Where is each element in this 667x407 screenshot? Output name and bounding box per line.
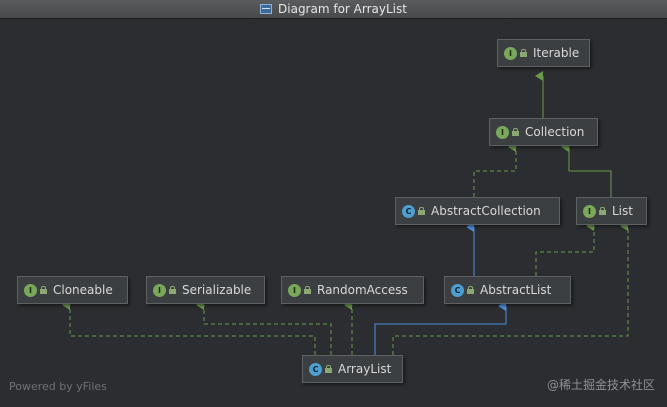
node-label: AbstractCollection (431, 204, 541, 218)
node-label: Collection (525, 125, 585, 139)
class-icon: C (309, 362, 322, 376)
node-label: Cloneable (53, 283, 113, 297)
lock-icon (599, 207, 606, 215)
edge-arraylist-serializable (196, 300, 332, 355)
node-label: Serializable (182, 283, 252, 297)
node-cloneable[interactable]: I Cloneable (17, 276, 128, 304)
node-label: Iterable (533, 46, 580, 60)
interface-icon: I (288, 283, 301, 297)
watermark: @稀土掘金技术社区 (546, 378, 655, 392)
node-label: RandomAccess (317, 283, 408, 297)
node-abstract-list[interactable]: C AbstractList (444, 276, 571, 304)
interface-icon: I (496, 125, 509, 139)
node-abstract-collection[interactable]: C AbstractCollection (395, 197, 560, 225)
node-label: ArrayList (338, 362, 392, 376)
lock-icon (520, 49, 527, 57)
node-label: AbstractList (480, 283, 552, 297)
node-list[interactable]: I List (576, 197, 647, 225)
lock-icon (40, 286, 47, 294)
class-icon: C (451, 283, 464, 297)
lock-icon (512, 128, 519, 136)
edge-arraylist-abstractlist (374, 301, 507, 355)
powered-by-label: Powered by yFiles (9, 380, 107, 393)
interface-icon: I (583, 204, 596, 218)
node-random-access[interactable]: I RandomAccess (281, 276, 424, 304)
interface-icon: I (24, 283, 37, 297)
node-label: List (612, 204, 633, 218)
lock-icon (325, 365, 332, 373)
lock-icon (418, 207, 425, 215)
node-serializable[interactable]: I Serializable (146, 276, 265, 304)
node-collection[interactable]: I Collection (489, 118, 598, 146)
edge-arraylist-cloneable (62, 300, 316, 355)
node-iterable[interactable]: I Iterable (497, 39, 590, 67)
lock-icon (304, 286, 311, 294)
edge-list-collection (561, 142, 612, 197)
lock-icon (169, 286, 176, 294)
edge-abstractlist-list (535, 221, 595, 276)
lock-icon (467, 286, 474, 294)
class-icon: C (402, 204, 415, 218)
edge-abstractcollection-collection (473, 142, 517, 197)
node-array-list[interactable]: C ArrayList (302, 355, 403, 383)
interface-icon: I (504, 46, 517, 60)
interface-icon: I (153, 283, 166, 297)
